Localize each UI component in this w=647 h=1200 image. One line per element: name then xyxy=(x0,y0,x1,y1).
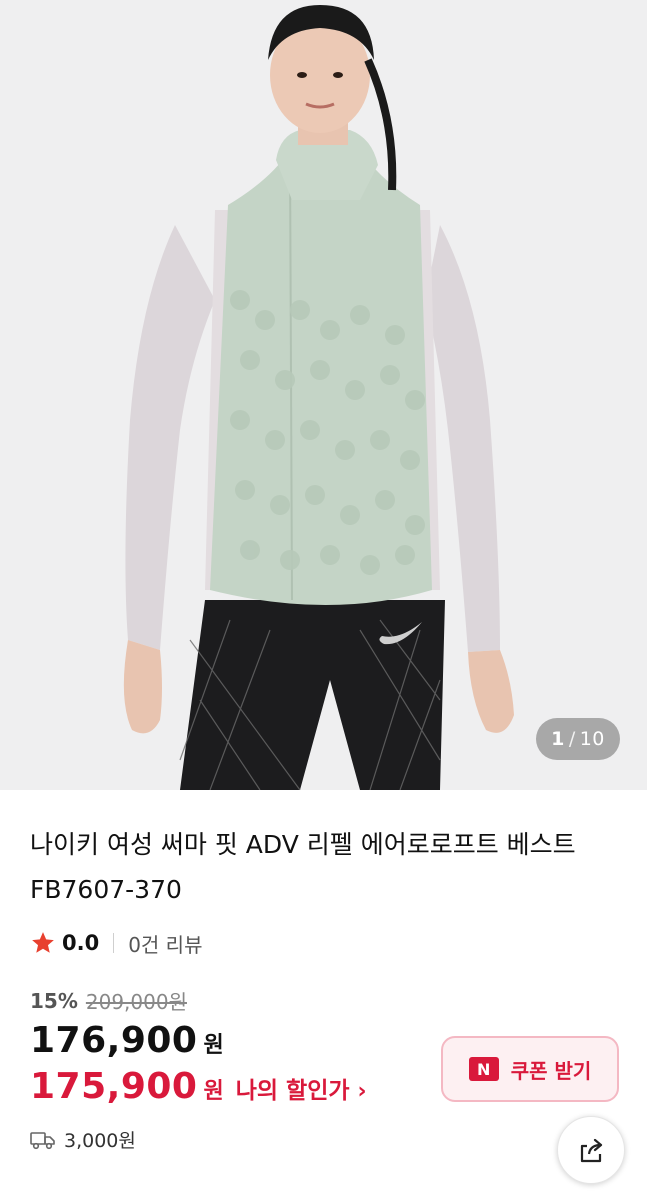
n-pay-badge-icon: N xyxy=(468,1057,499,1081)
get-coupon-button[interactable]: N 쿠폰 받기 xyxy=(441,1036,619,1102)
image-counter-separator: / xyxy=(568,728,576,750)
share-button[interactable] xyxy=(557,1116,625,1184)
image-counter-total: 10 xyxy=(579,728,605,750)
divider xyxy=(113,933,115,953)
shipping-row: 3,000원 xyxy=(30,1126,136,1153)
rating-value: 0.0 xyxy=(62,931,100,955)
rating-row[interactable]: 0.0 0건 리뷰 xyxy=(30,928,203,958)
my-discount-unit: 원 xyxy=(203,1079,224,1104)
get-coupon-label: 쿠폰 받기 xyxy=(510,1058,592,1083)
review-count-link[interactable]: 0건 리뷰 xyxy=(128,929,202,958)
product-photo xyxy=(0,0,647,790)
shipping-fee: 3,000원 xyxy=(64,1130,136,1152)
my-discount-price: 175,900 xyxy=(30,1066,198,1107)
truck-icon xyxy=(30,1131,55,1149)
chevron-right-icon: › xyxy=(357,1079,367,1104)
product-image-gallery[interactable]: 1 / 10 xyxy=(0,0,647,790)
star-icon xyxy=(32,932,54,953)
product-title: 나이키 여성 써마 핏 ADV 리펠 에어로로프트 베스트 FB7607-370 xyxy=(30,830,576,904)
image-counter-current: 1 xyxy=(551,728,565,750)
my-discount-price-link[interactable]: 175,900 원 나의 할인가 › xyxy=(30,1066,367,1107)
share-icon xyxy=(580,1138,603,1163)
image-counter: 1 / 10 xyxy=(536,718,620,760)
sale-price-unit: 원 xyxy=(203,1033,224,1058)
original-price-row: 15% 209,000원 xyxy=(30,986,187,1015)
discount-rate: 15% xyxy=(30,988,78,1013)
my-discount-label: 나의 할인가 xyxy=(235,1078,350,1104)
sale-price-row: 176,900 원 xyxy=(30,1020,224,1061)
sale-price: 176,900 xyxy=(30,1020,198,1061)
original-price: 209,000원 xyxy=(85,990,187,1014)
